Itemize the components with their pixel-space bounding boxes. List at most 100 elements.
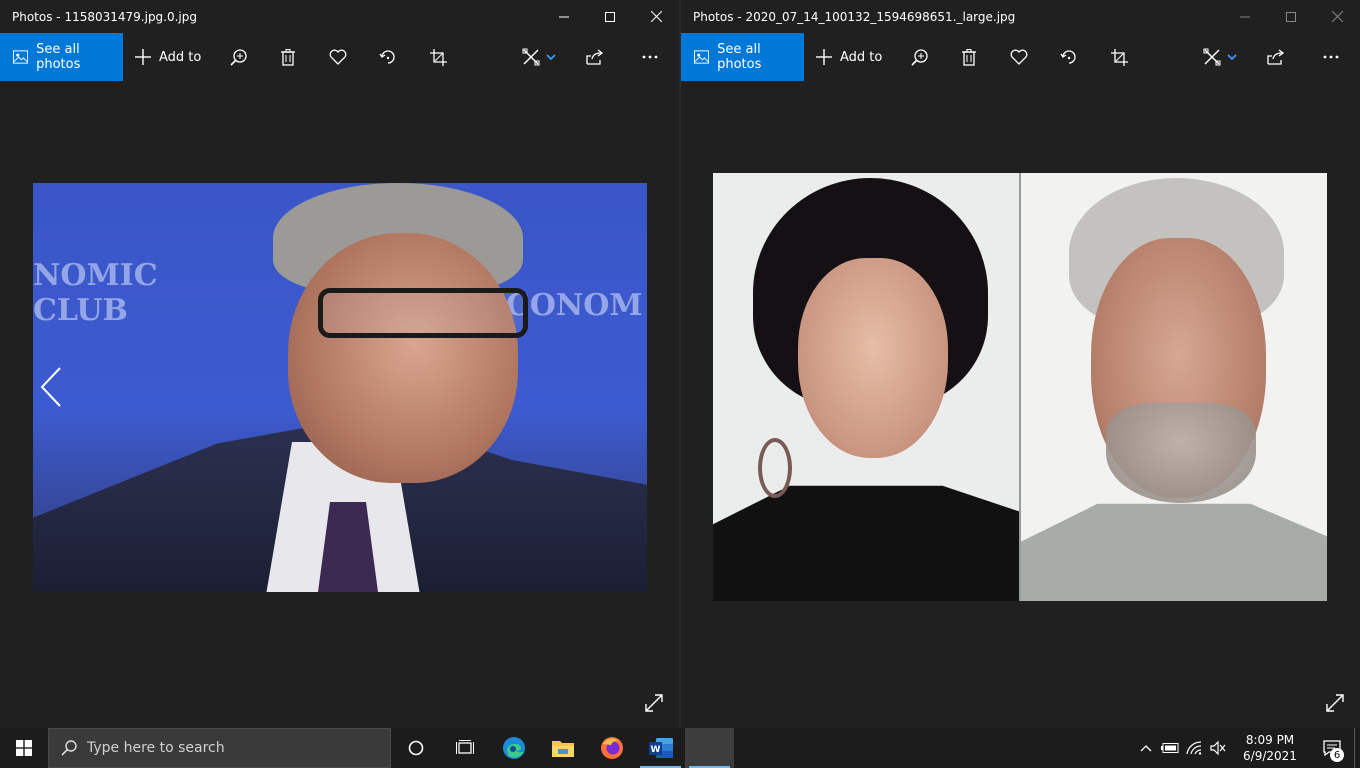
taskbar-app-word[interactable]: W: [636, 728, 685, 768]
title-bar[interactable]: Photos - 2020_07_14_100132_1594698651._l…: [681, 0, 1360, 33]
favorite-button[interactable]: [994, 33, 1044, 81]
firefox-icon: [600, 737, 623, 759]
share-icon: [586, 49, 604, 65]
chevron-down-icon: [1227, 54, 1237, 60]
volume-button[interactable]: [1206, 728, 1230, 768]
image-icon: [13, 50, 29, 64]
fullscreen-icon: [645, 694, 663, 712]
word-icon: W: [648, 738, 673, 758]
notification-count-badge: 6: [1330, 748, 1344, 762]
edit-icon: [522, 48, 540, 66]
chevron-down-icon: [546, 54, 556, 60]
fullscreen-button[interactable]: [641, 690, 667, 716]
rotate-button[interactable]: [363, 33, 413, 81]
photo-body-shape: [713, 485, 1019, 601]
show-desktop-button[interactable]: [1354, 728, 1360, 768]
photos-toolbar: See all photos Add to: [681, 33, 1360, 81]
rotate-button[interactable]: [1044, 33, 1094, 81]
photo-image[interactable]: NOMIC CLUB E ECONOM: [33, 183, 647, 592]
delete-button[interactable]: [263, 33, 313, 81]
photo-face-shape: [288, 233, 518, 483]
image-icon: [694, 50, 710, 64]
plus-icon: [816, 49, 832, 65]
maximize-icon: [605, 11, 615, 22]
crop-button[interactable]: [1094, 33, 1144, 81]
share-button[interactable]: [1250, 33, 1302, 81]
taskbar-app-firefox[interactable]: [587, 728, 636, 768]
photos-toolbar: See all photos Add to: [0, 33, 679, 81]
action-center-button[interactable]: 6: [1310, 728, 1354, 768]
edit-icon: [1203, 48, 1221, 66]
edit-create-button[interactable]: [1190, 33, 1250, 81]
photo-beard-shape: [1106, 403, 1256, 503]
window-title: Photos - 1158031479.jpg.0.jpg: [12, 9, 198, 24]
edit-create-button[interactable]: [509, 33, 569, 81]
cortana-icon: [408, 740, 423, 756]
chevron-up-icon: [1140, 745, 1152, 752]
taskbar-app-file-explorer[interactable]: [538, 728, 587, 768]
see-all-photos-button[interactable]: See all photos: [0, 33, 123, 81]
start-button[interactable]: [0, 728, 48, 768]
favorite-button[interactable]: [313, 33, 363, 81]
photo-body-shape: [1021, 503, 1327, 601]
heart-icon: [1010, 49, 1028, 65]
share-button[interactable]: [569, 33, 621, 81]
add-to-button[interactable]: Add to: [804, 33, 894, 81]
more-options-button[interactable]: [1302, 33, 1360, 81]
photo-viewer[interactable]: NOMIC CLUB E ECONOM: [0, 81, 679, 728]
add-to-label: Add to: [159, 49, 202, 65]
see-all-photos-label: See all photos: [36, 42, 81, 72]
minimize-button[interactable]: [1222, 0, 1268, 33]
windows-logo-icon: [16, 740, 32, 756]
volume-muted-icon: [1210, 741, 1226, 755]
battery-button[interactable]: [1158, 728, 1182, 768]
photo-left-half: [713, 173, 1019, 601]
taskbar-app-edge[interactable]: [489, 728, 538, 768]
taskbar-clock[interactable]: 8:09 PM 6/9/2021: [1230, 732, 1310, 764]
close-icon: [1331, 11, 1343, 22]
more-icon: [1323, 55, 1339, 59]
photo-banner-text: NOMIC CLUB: [33, 258, 158, 328]
chevron-left-icon: [40, 367, 61, 407]
task-view-icon: [455, 740, 474, 754]
photos-window-right: Photos - 2020_07_14_100132_1594698651._l…: [681, 0, 1360, 728]
zoom-button[interactable]: [213, 33, 263, 81]
title-bar[interactable]: Photos - 1158031479.jpg.0.jpg: [0, 0, 679, 33]
crop-button[interactable]: [413, 33, 463, 81]
maximize-icon: [1286, 11, 1296, 22]
zoom-button[interactable]: [894, 33, 944, 81]
taskbar-app-photos[interactable]: [685, 728, 734, 768]
trash-icon: [281, 48, 296, 66]
close-button[interactable]: [633, 0, 679, 33]
zoom-icon: [911, 48, 928, 66]
previous-photo-button[interactable]: [36, 365, 66, 409]
taskbar-search-box[interactable]: Type here to search: [48, 728, 391, 768]
more-options-button[interactable]: [621, 33, 679, 81]
delete-button[interactable]: [944, 33, 994, 81]
close-icon: [650, 11, 662, 22]
desktop: Photos - 1158031479.jpg.0.jpg See all ph…: [0, 0, 1360, 768]
close-button[interactable]: [1314, 0, 1360, 33]
edge-icon: [502, 737, 525, 759]
add-to-button[interactable]: Add to: [123, 33, 213, 81]
show-hidden-icons-button[interactable]: [1134, 728, 1158, 768]
network-button[interactable]: [1182, 728, 1206, 768]
clock-date: 6/9/2021: [1243, 749, 1297, 763]
task-view-button[interactable]: [440, 728, 489, 768]
clock-time: 8:09 PM: [1245, 733, 1295, 747]
maximize-button[interactable]: [587, 0, 633, 33]
file-explorer-icon: [551, 741, 574, 757]
see-all-photos-button[interactable]: See all photos: [681, 33, 804, 81]
photo-image[interactable]: [713, 173, 1327, 601]
add-to-label: Add to: [840, 49, 883, 65]
window-title: Photos - 2020_07_14_100132_1594698651._l…: [693, 9, 1016, 24]
zoom-icon: [230, 48, 247, 66]
minimize-button[interactable]: [541, 0, 587, 33]
fullscreen-button[interactable]: [1322, 690, 1348, 716]
maximize-button[interactable]: [1268, 0, 1314, 33]
crop-icon: [429, 48, 447, 66]
cortana-button[interactable]: [391, 728, 440, 768]
photo-viewer[interactable]: [681, 81, 1360, 728]
share-icon: [1267, 49, 1285, 65]
crop-icon: [1110, 48, 1128, 66]
